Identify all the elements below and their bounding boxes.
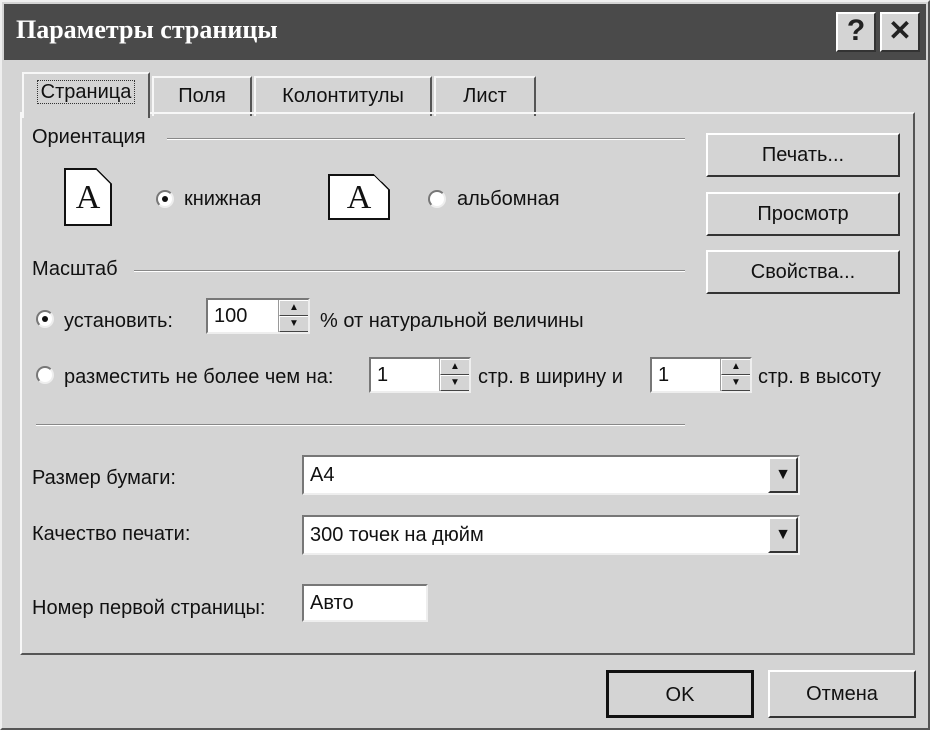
spin-up-icon[interactable]: ▲: [721, 359, 750, 375]
fit-width-input[interactable]: 1 ▲ ▼: [369, 357, 471, 393]
title-bar[interactable]: Параметры страницы ? ✕: [4, 4, 926, 60]
preview-button[interactable]: Просмотр: [706, 192, 900, 236]
first-page-number-value: Авто: [310, 592, 354, 614]
paper-size-value: A4: [310, 464, 335, 486]
preview-button-label: Просмотр: [757, 203, 849, 225]
scale-percent-spinner[interactable]: ▲ ▼: [278, 300, 308, 332]
scale-fit-label[interactable]: разместить не более чем на:: [64, 366, 333, 389]
scale-set-radio[interactable]: [36, 310, 54, 328]
spin-up-icon[interactable]: ▲: [279, 300, 308, 316]
portrait-page-icon: A: [64, 168, 112, 226]
page-fold-icon: [96, 168, 112, 184]
section-divider: [36, 424, 685, 426]
scale-percent-input[interactable]: 100 ▲ ▼: [206, 298, 310, 334]
fit-width-value: 1: [377, 364, 389, 386]
fit-height-input[interactable]: 1 ▲ ▼: [650, 357, 752, 393]
scale-divider: [134, 270, 685, 272]
print-quality-value: 300 точек на дюйм: [310, 524, 484, 546]
tab-sheet-label: Лист: [463, 85, 507, 107]
fit-height-suffix: стр. в высоту: [758, 366, 881, 388]
dropdown-arrow-icon[interactable]: ▼: [768, 517, 798, 553]
landscape-radio[interactable]: [428, 190, 446, 208]
landscape-icon-letter: A: [346, 179, 372, 216]
print-quality-select[interactable]: 300 точек на дюйм ▼: [302, 515, 800, 555]
landscape-label[interactable]: альбомная: [457, 188, 560, 211]
cancel-button-label: Отмена: [806, 683, 878, 705]
ok-button-label: OK: [665, 684, 695, 706]
spin-down-icon[interactable]: ▼: [440, 375, 469, 391]
fit-height-spinner[interactable]: ▲ ▼: [720, 359, 750, 391]
spin-down-icon[interactable]: ▼: [279, 316, 308, 332]
scale-group-label: Масштаб: [32, 258, 118, 280]
first-page-number-label: Номер первой страницы:: [32, 597, 266, 619]
ok-button[interactable]: OK: [606, 670, 754, 718]
scale-fit-radio[interactable]: [36, 366, 54, 384]
scale-percent-value: 100: [214, 305, 248, 327]
spin-down-icon[interactable]: ▼: [721, 375, 750, 391]
close-button[interactable]: ✕: [880, 12, 920, 52]
help-button[interactable]: ?: [836, 12, 876, 52]
dropdown-arrow-icon[interactable]: ▼: [768, 457, 798, 493]
properties-button-label: Свойства...: [750, 261, 856, 283]
fit-width-suffix: стр. в ширину и: [478, 366, 623, 388]
portrait-label[interactable]: книжная: [184, 188, 261, 211]
close-icon: ✕: [888, 15, 912, 46]
page-fold-icon: [374, 174, 390, 190]
scale-set-suffix: % от натуральной величины: [320, 310, 584, 332]
scale-set-label[interactable]: установить:: [64, 310, 173, 333]
tab-page-label: Страница: [36, 80, 136, 104]
portrait-radio[interactable]: [156, 190, 174, 208]
fit-height-value: 1: [658, 364, 670, 386]
window-title: Параметры страницы: [16, 15, 278, 44]
properties-button[interactable]: Свойства...: [706, 250, 900, 294]
first-page-number-input[interactable]: Авто: [302, 584, 428, 622]
print-quality-label: Качество печати:: [32, 523, 191, 545]
landscape-page-icon: A: [328, 174, 390, 220]
paper-size-label: Размер бумаги:: [32, 467, 176, 489]
tab-sheet[interactable]: Лист: [434, 76, 536, 116]
help-icon: ?: [846, 14, 866, 47]
print-button-label: Печать...: [761, 144, 845, 166]
orientation-divider: [167, 138, 685, 140]
portrait-icon-letter: A: [75, 179, 101, 216]
spin-up-icon[interactable]: ▲: [440, 359, 469, 375]
paper-size-select[interactable]: A4 ▼: [302, 455, 800, 495]
orientation-group-label: Ориентация: [32, 126, 146, 148]
tab-header-footer-label: Колонтитулы: [282, 85, 404, 107]
tab-page[interactable]: Страница: [22, 72, 150, 118]
print-button[interactable]: Печать...: [706, 133, 900, 177]
tab-margins[interactable]: Поля: [152, 76, 252, 116]
page-setup-dialog: Параметры страницы ? ✕ Страница Поля Кол…: [0, 0, 930, 730]
tab-header-footer[interactable]: Колонтитулы: [254, 76, 432, 116]
fit-width-spinner[interactable]: ▲ ▼: [439, 359, 469, 391]
cancel-button[interactable]: Отмена: [768, 670, 916, 718]
tab-margins-label: Поля: [178, 85, 226, 107]
